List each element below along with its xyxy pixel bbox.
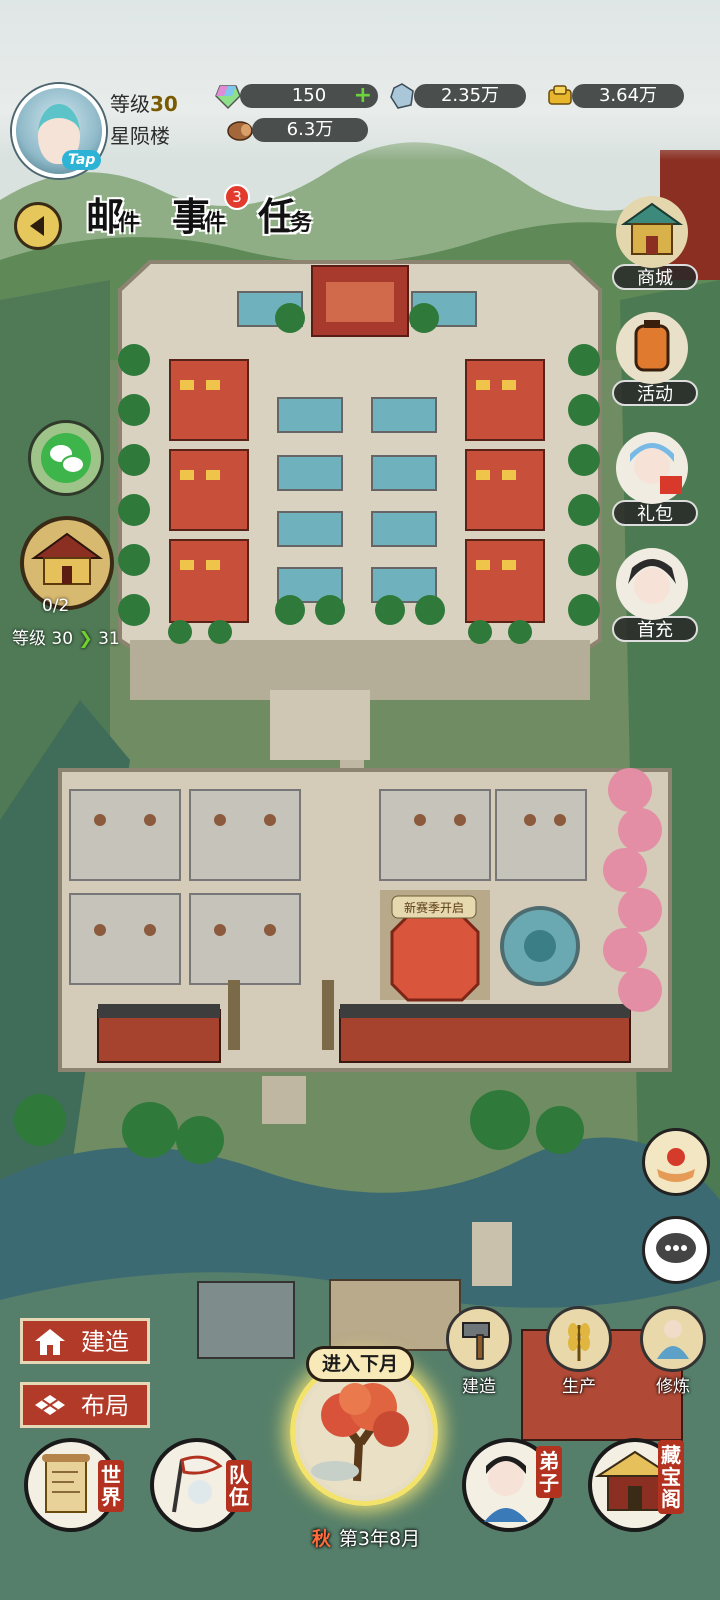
world-char-2: 界 xyxy=(101,1485,121,1509)
add-jade-icon[interactable]: + xyxy=(354,84,372,108)
jade-value: 150 xyxy=(291,85,327,106)
gold-ingot-icon xyxy=(548,85,572,105)
house-icon xyxy=(35,1329,65,1355)
jade-crystal-icon xyxy=(215,85,241,110)
wheat-icon xyxy=(568,1323,590,1361)
cultivate-action-label: 修炼 xyxy=(656,1377,690,1397)
team-char-1: 队 xyxy=(229,1463,249,1487)
level-value: 30 xyxy=(150,92,178,116)
wood-value: 6.3万 xyxy=(286,119,334,140)
next-month-button[interactable]: 进入下月 xyxy=(306,1346,414,1382)
disciples-label: 弟子 xyxy=(536,1446,562,1498)
construct-action-button[interactable] xyxy=(446,1306,512,1372)
treasure-label: 藏宝阁 xyxy=(658,1440,684,1514)
disciples-char-1: 弟 xyxy=(539,1449,559,1473)
first-recharge-button[interactable]: 首充 xyxy=(612,548,698,642)
treasure-pavilion-button[interactable]: 藏宝阁 xyxy=(588,1438,684,1532)
stone-value: 2.35万 xyxy=(440,85,500,106)
wood-counter[interactable]: 6.3万 xyxy=(252,118,368,142)
calendar-date: 秋第3年8月 xyxy=(286,1524,446,1554)
gold-value: 3.64万 xyxy=(598,85,658,106)
events-activity-button[interactable]: 活动 xyxy=(612,312,698,406)
treasure-char-3: 阁 xyxy=(661,1487,681,1511)
lantern-icon xyxy=(616,312,688,384)
hammer-icon xyxy=(462,1322,490,1360)
world-label: 世界 xyxy=(98,1460,124,1512)
collapse-arrow-button[interactable] xyxy=(14,202,62,250)
layout-mode-button[interactable]: 布局 xyxy=(20,1382,150,1428)
grid-tiles-icon xyxy=(35,1395,65,1415)
tab-mail-big: 邮 xyxy=(86,194,124,239)
stone-counter[interactable]: 2.35万 xyxy=(414,84,526,108)
disciples-button[interactable]: 弟子 xyxy=(462,1438,562,1532)
tab-events-small: 件 xyxy=(204,210,227,236)
pavilion-icon xyxy=(616,196,688,268)
treasure-char-1: 藏 xyxy=(661,1443,681,1467)
team-char-2: 伍 xyxy=(229,1485,249,1509)
chat-button[interactable] xyxy=(642,1216,710,1284)
produce-action-button[interactable] xyxy=(546,1306,612,1372)
tap-label: Tap xyxy=(62,150,102,170)
autumn-tree-icon xyxy=(300,1368,428,1496)
chevron-right-icon: ❯ xyxy=(78,629,93,649)
stone-crystal-icon xyxy=(390,83,414,109)
chat-bubble-icon xyxy=(656,1233,696,1263)
recharge-girl-icon xyxy=(616,548,688,620)
sect-name: 星陨楼 xyxy=(110,124,170,148)
layout-mode-label: 布局 xyxy=(81,1392,129,1420)
construct-action-label: 建造 xyxy=(462,1377,496,1397)
gold-counter[interactable]: 3.64万 xyxy=(572,84,684,108)
shop-button[interactable]: 商城 xyxy=(612,196,698,290)
tab-mail[interactable]: 邮件 xyxy=(86,186,168,250)
team-label: 队伍 xyxy=(226,1460,252,1512)
team-button[interactable]: 队伍 xyxy=(150,1438,252,1532)
tab-tasks[interactable]: 任务 xyxy=(258,186,340,250)
tab-mail-small: 件 xyxy=(118,210,141,236)
world-char-1: 世 xyxy=(101,1463,121,1487)
gift-girl-icon xyxy=(616,432,688,504)
player-level: 等级30 xyxy=(110,88,178,117)
jade-counter[interactable]: 150 + xyxy=(240,84,378,108)
tab-events-big: 事 xyxy=(172,194,210,239)
gift-pack-button[interactable]: 礼包 xyxy=(612,432,698,526)
level-to: 31 xyxy=(98,629,120,649)
cultivate-action-button[interactable] xyxy=(640,1306,706,1372)
world-button[interactable]: 世界 xyxy=(24,1438,124,1532)
build-mode-button[interactable]: 建造 xyxy=(20,1318,150,1364)
palace-icon xyxy=(30,532,104,585)
player-avatar[interactable]: Tap xyxy=(12,84,106,178)
treasure-char-2: 宝 xyxy=(661,1465,681,1489)
hand-orb-icon xyxy=(657,1148,695,1182)
fortune-hand-button[interactable] xyxy=(642,1128,710,1196)
season-label: 秋 xyxy=(311,1528,331,1550)
date-label: 第3年8月 xyxy=(338,1528,421,1550)
tab-tasks-small: 务 xyxy=(290,210,313,236)
palace-count: 0/2 xyxy=(42,596,70,616)
meditating-monk-icon xyxy=(657,1320,689,1359)
disciples-char-2: 子 xyxy=(539,1471,559,1495)
wechat-icon xyxy=(41,433,91,483)
tab-tasks-big: 任 xyxy=(258,194,296,239)
level-from: 等级 30 xyxy=(12,629,74,649)
produce-action-label: 生产 xyxy=(562,1377,596,1397)
level-label: 等级 xyxy=(110,92,150,116)
level-upgrade-info: 等级 30 ❯ 31 xyxy=(12,624,120,649)
events-badge: 3 xyxy=(224,184,250,210)
map-sign[interactable]: 新赛季开启 xyxy=(404,900,464,915)
build-mode-label: 建造 xyxy=(81,1328,129,1356)
wechat-share-button[interactable] xyxy=(28,420,104,496)
wood-log-icon xyxy=(227,121,253,141)
